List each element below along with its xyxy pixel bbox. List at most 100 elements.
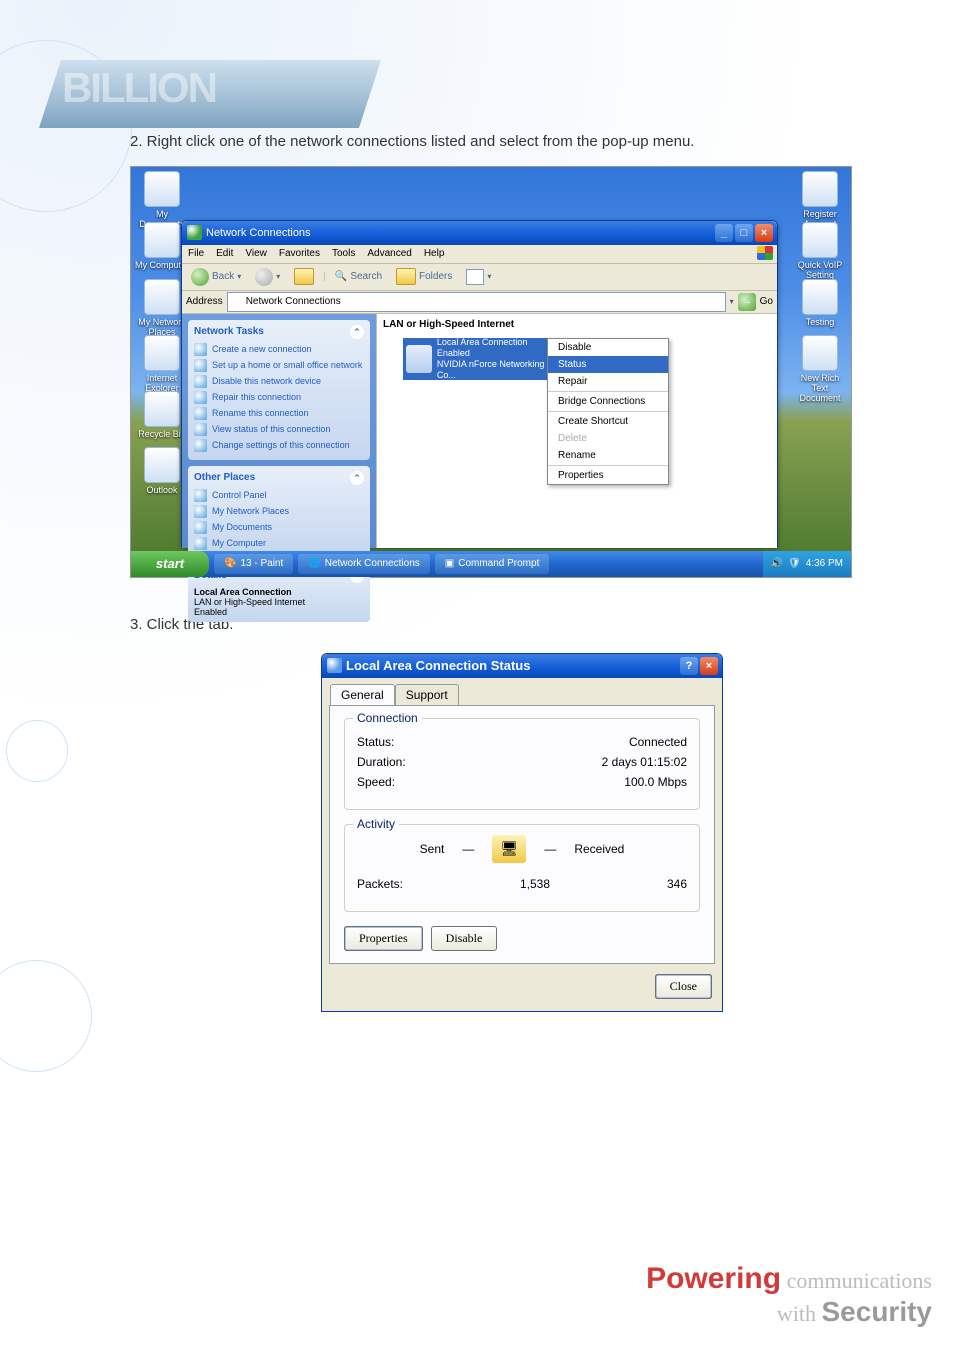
lan-group-header: LAN or High-Speed Internet xyxy=(377,316,777,333)
conn-nic: NVIDIA nForce Networking Co... xyxy=(437,359,548,381)
deskicon-register[interactable]: Register Account xyxy=(793,171,847,229)
task-home-network[interactable]: Set up a home or small office network xyxy=(194,359,364,372)
window-titlebar[interactable]: Network Connections _ □ × xyxy=(182,221,777,245)
ctx-bridge[interactable]: Bridge Connections xyxy=(548,393,668,410)
deskicon-voip[interactable]: Quick VoIP Setting xyxy=(793,222,847,280)
menubar: File Edit View Favorites Tools Advanced … xyxy=(182,245,777,264)
start-button[interactable]: start xyxy=(131,551,209,577)
place-control-panel[interactable]: Control Panel xyxy=(194,489,364,502)
deskicon-mydocuments[interactable]: My Documents xyxy=(135,171,189,229)
ctx-properties[interactable]: Properties xyxy=(548,467,668,484)
task-disable[interactable]: Disable this network device xyxy=(194,375,364,388)
tab-support[interactable]: Support xyxy=(395,684,459,705)
sidebar: Network Tasks⌃ Create a new connection S… xyxy=(182,314,376,548)
forward-button[interactable]: ▾ xyxy=(250,266,285,288)
task-new-connection[interactable]: Create a new connection xyxy=(194,343,364,356)
tray-clock: 4:36 PM xyxy=(806,558,843,569)
address-input[interactable] xyxy=(227,292,726,312)
status-value: Connected xyxy=(629,735,687,749)
menu-view[interactable]: View xyxy=(245,248,267,259)
conn-name: Local Area Connection xyxy=(437,337,548,348)
packets-label: Packets: xyxy=(357,877,403,891)
folders-button[interactable]: Folders xyxy=(391,266,457,287)
content-pane: LAN or High-Speed Internet Local Area Co… xyxy=(376,314,777,548)
up-button[interactable] xyxy=(289,266,319,287)
tray-icon[interactable]: 🔊 xyxy=(771,558,783,569)
screenshot-network-connections: My Documents My Computer My Network Plac… xyxy=(130,166,852,578)
ctx-status[interactable]: Status xyxy=(548,356,668,373)
maximize-button[interactable]: □ xyxy=(735,224,753,242)
activity-icon: 🖥 xyxy=(492,835,526,863)
ctx-shortcut[interactable]: Create Shortcut xyxy=(548,413,668,430)
detail-state: Enabled xyxy=(194,607,364,617)
search-button[interactable]: 🔍Search xyxy=(330,269,387,284)
status-label: Status: xyxy=(357,735,394,749)
received-label: Received xyxy=(574,842,624,856)
place-my-documents[interactable]: My Documents xyxy=(194,521,364,534)
activity-dash-r: — xyxy=(544,842,556,856)
menu-tools[interactable]: Tools xyxy=(332,248,355,259)
dialog-title: Local Area Connection Status xyxy=(346,658,530,673)
context-menu: Disable Status Repair Bridge Connections… xyxy=(547,338,669,485)
menu-file[interactable]: File xyxy=(188,248,204,259)
place-network-places[interactable]: My Network Places xyxy=(194,505,364,518)
footer-slogan: Powering communications with Security xyxy=(646,1262,932,1328)
packets-sent: 1,538 xyxy=(403,877,667,891)
collapse-icon[interactable]: ⌃ xyxy=(350,325,364,339)
menu-favorites[interactable]: Favorites xyxy=(279,248,320,259)
task-repair[interactable]: Repair this connection xyxy=(194,391,364,404)
place-my-computer[interactable]: My Computer xyxy=(194,537,364,550)
packets-received: 346 xyxy=(667,877,687,891)
deskicon-newdoc[interactable]: New Rich Text Document xyxy=(793,335,847,403)
network-connections-window: Network Connections _ □ × File Edit View… xyxy=(181,220,778,547)
task-rename[interactable]: Rename this connection xyxy=(194,407,364,420)
taskbar-item-paint[interactable]: 🎨13 - Paint xyxy=(214,554,293,574)
views-button[interactable]: ▾ xyxy=(461,267,496,287)
task-view-status[interactable]: View status of this connection xyxy=(194,423,364,436)
toolbar: Back▾ ▾ | 🔍Search Folders ▾ xyxy=(182,264,777,291)
menu-advanced[interactable]: Advanced xyxy=(367,248,411,259)
speed-value: 100.0 Mbps xyxy=(624,775,687,789)
duration-label: Duration: xyxy=(357,755,406,769)
duration-value: 2 days 01:15:02 xyxy=(602,755,687,769)
collapse-icon[interactable]: ⌃ xyxy=(350,471,364,485)
taskbar: start 🎨13 - Paint 🌐Network Connections ▣… xyxy=(131,551,851,577)
taskbar-item-netconn[interactable]: 🌐Network Connections xyxy=(298,554,430,574)
ctx-delete: Delete xyxy=(548,430,668,447)
dialog-titlebar[interactable]: Local Area Connection Status ? × xyxy=(322,654,722,678)
billion-logo: BILLION xyxy=(39,60,381,128)
activity-fieldset: Activity Sent — 🖥 — Received Packets: 1,… xyxy=(344,824,700,912)
windows-logo-icon xyxy=(757,246,773,260)
tab-general[interactable]: General xyxy=(330,684,395,705)
connection-item[interactable]: Local Area Connection Enabled NVIDIA nFo… xyxy=(403,338,551,380)
minimize-button[interactable]: _ xyxy=(715,224,733,242)
connection-legend: Connection xyxy=(353,711,422,725)
detail-type: LAN or High-Speed Internet xyxy=(194,597,364,607)
taskbar-item-cmd[interactable]: ▣Command Prompt xyxy=(435,554,550,574)
close-button[interactable]: × xyxy=(755,224,773,242)
close-button[interactable]: × xyxy=(700,657,718,675)
connection-fieldset: Connection Status:Connected Duration:2 d… xyxy=(344,718,700,810)
network-tasks-box: Network Tasks⌃ Create a new connection S… xyxy=(188,320,370,460)
sent-label: Sent xyxy=(420,842,445,856)
go-button[interactable]: → xyxy=(738,293,756,311)
ctx-disable[interactable]: Disable xyxy=(548,339,668,356)
tray-icon[interactable]: 🛡 xyxy=(788,558,801,569)
activity-legend: Activity xyxy=(353,817,399,831)
ctx-rename[interactable]: Rename xyxy=(548,447,668,464)
activity-dash-l: — xyxy=(462,842,474,856)
help-button[interactable]: ? xyxy=(680,657,698,675)
window-icon xyxy=(187,225,202,240)
back-button[interactable]: Back▾ xyxy=(186,266,246,288)
deskicon-testing[interactable]: Testing xyxy=(793,279,847,327)
task-change-settings[interactable]: Change settings of this connection xyxy=(194,439,364,452)
window-title: Network Connections xyxy=(206,227,311,239)
address-bar: Address ▾ → Go xyxy=(182,291,777,314)
menu-help[interactable]: Help xyxy=(424,248,445,259)
ctx-repair[interactable]: Repair xyxy=(548,373,668,390)
system-tray[interactable]: 🔊 🛡 4:36 PM xyxy=(763,551,851,577)
speed-label: Speed: xyxy=(357,775,395,789)
menu-edit[interactable]: Edit xyxy=(216,248,233,259)
other-places-box: Other Places⌃ Control Panel My Network P… xyxy=(188,466,370,558)
address-label: Address xyxy=(186,296,223,307)
